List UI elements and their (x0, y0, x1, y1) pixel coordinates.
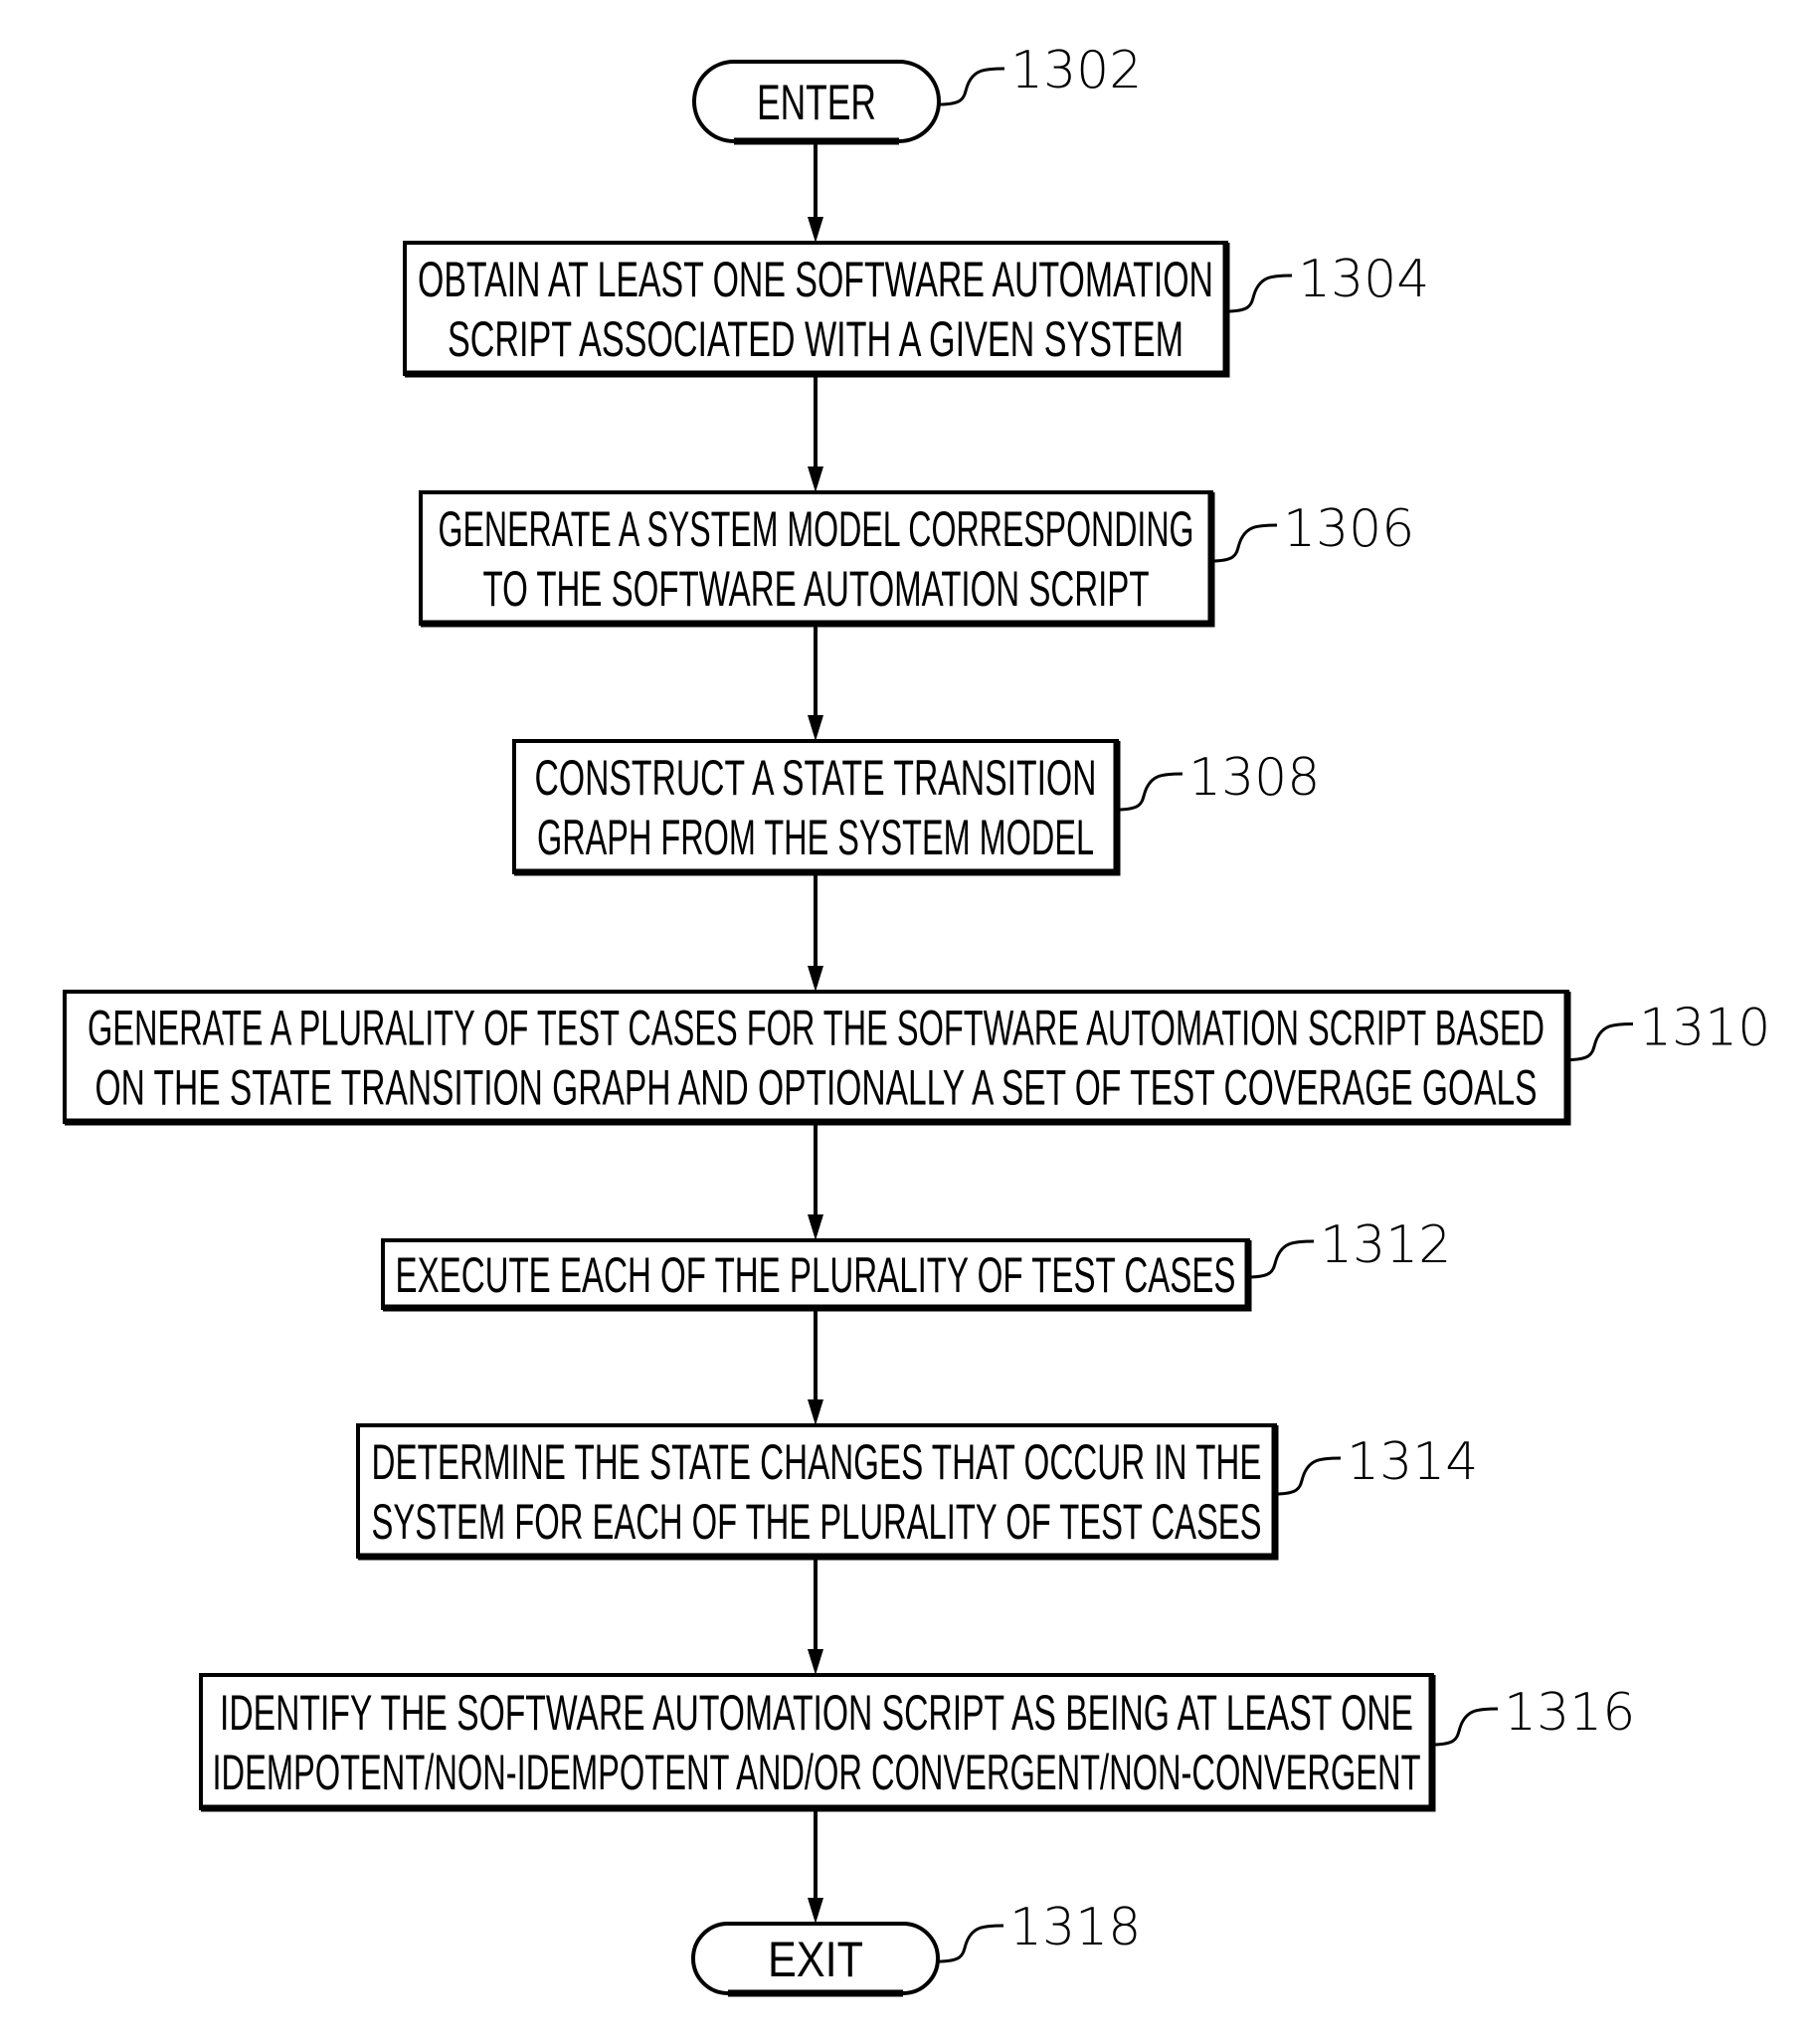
flow-arrow-1-head (808, 217, 823, 243)
flow-arrow-3-head (808, 715, 823, 741)
ref-number-1304: 1304 (1298, 250, 1429, 309)
ref-number-1310: 1310 (1639, 999, 1770, 1058)
step-text-line: DETERMINE THE STATE CHANGES THAT OCCUR I… (372, 1434, 1262, 1490)
process-step-1316: IDENTIFY THE SOFTWARE AUTOMATION SCRIPT … (199, 1673, 1436, 1812)
enter-leader (938, 67, 1005, 106)
flowchart-diagram: ENTER 1302 OBTAIN AT LEAST ONE SOFTWARE AU… (63, 41, 1770, 1997)
ref-number-1308: 1308 (1188, 748, 1320, 808)
flow-arrow-4-head (808, 966, 823, 992)
step-text-line: GENERATE A SYSTEM MODEL CORRESPONDING (439, 501, 1194, 557)
ref-number-1314: 1314 (1347, 1432, 1478, 1492)
leader-1312 (1247, 1239, 1315, 1279)
leader-1316 (1431, 1707, 1499, 1747)
step-text-line: GRAPH FROM THE SYSTEM MODEL (537, 810, 1094, 865)
ref-number-1316: 1316 (1504, 1683, 1635, 1743)
leader-1306 (1210, 523, 1278, 563)
step-text-line: CONSTRUCT A STATE TRANSITION (535, 750, 1097, 806)
step-text-line: TO THE SOFTWARE AUTOMATION SCRIPT (483, 561, 1150, 617)
flow-arrow-5-head (808, 1214, 823, 1240)
process-step-1312: EXECUTE EACH OF THE PLURALITY OF TEST CA… (381, 1238, 1252, 1312)
process-step-1304: OBTAIN AT LEAST ONE SOFTWARE AUTOMATIONS… (403, 241, 1230, 378)
step-text-line: EXECUTE EACH OF THE PLURALITY OF TEST CA… (396, 1247, 1236, 1303)
step-text-line: SCRIPT ASSOCIATED WITH A GIVEN SYSTEM (448, 311, 1183, 367)
exit-leader (937, 1924, 1004, 1963)
step-text-line: OBTAIN AT LEAST ONE SOFTWARE AUTOMATION (418, 252, 1213, 307)
leader-1310 (1566, 1022, 1634, 1061)
step-text-line: ON THE STATE TRANSITION GRAPH AND OPTION… (95, 1060, 1538, 1116)
flow-arrow-6-head (808, 1399, 823, 1425)
process-step-1314: DETERMINE THE STATE CHANGES THAT OCCUR I… (356, 1423, 1279, 1561)
step-text-line: IDEMPOTENT/NON-IDEMPOTENT AND/OR CONVERG… (213, 1745, 1421, 1800)
flow-arrow-7-head (808, 1649, 823, 1675)
process-step-1308: CONSTRUCT A STATE TRANSITIONGRAPH FROM T… (512, 739, 1121, 876)
process-step-1306: GENERATE A SYSTEM MODEL CORRESPONDINGTO … (419, 490, 1215, 628)
step-text-line: IDENTIFY THE SOFTWARE AUTOMATION SCRIPT … (220, 1685, 1413, 1741)
ref-number-1312: 1312 (1320, 1215, 1451, 1275)
leader-1308 (1116, 772, 1183, 812)
step-text-line: SYSTEM FOR EACH OF THE PLURALITY OF TEST… (372, 1494, 1262, 1550)
enter-label: ENTER (757, 75, 876, 130)
process-step-1310: GENERATE A PLURALITY OF TEST CASES FOR T… (63, 990, 1571, 1126)
ref-number-1306: 1306 (1283, 499, 1414, 559)
flow-arrow-2-head (808, 466, 823, 492)
flow-arrow-end-head (808, 1898, 823, 1924)
exit-label: EXIT (768, 1932, 863, 1987)
leader-1314 (1274, 1456, 1342, 1496)
step-text-line: GENERATE A PLURALITY OF TEST CASES FOR T… (88, 1001, 1545, 1056)
enter-ref-number: 1302 (1010, 41, 1142, 100)
exit-ref-number: 1318 (1009, 1898, 1141, 1957)
leader-1304 (1225, 274, 1293, 313)
